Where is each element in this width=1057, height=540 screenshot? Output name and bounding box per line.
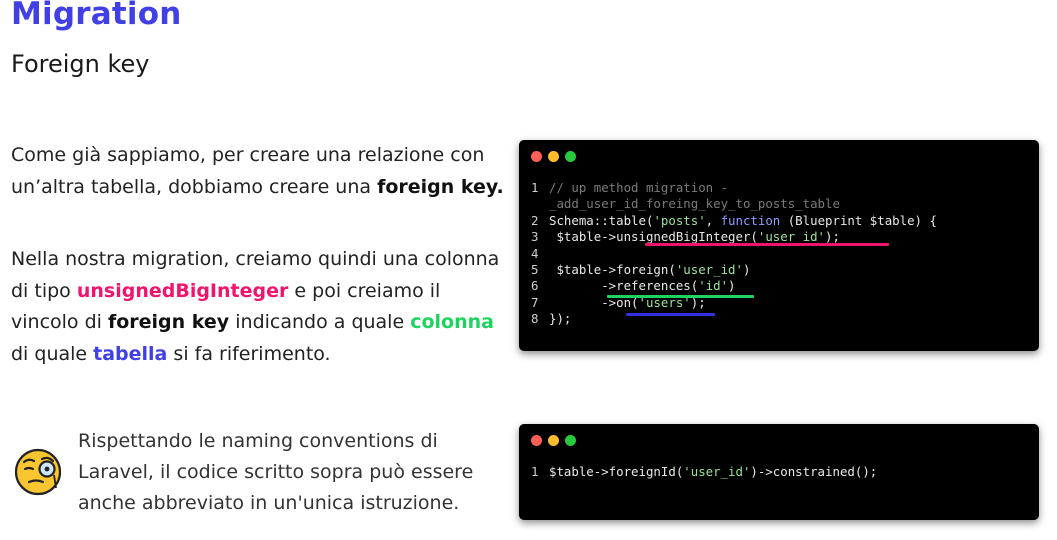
underline-unsignedbiginteger [645,243,889,246]
code-token: _add_user_id_foreing_key_to_posts_table [549,196,840,212]
code-line: _add_user_id_foreing_key_to_posts_table [531,196,937,212]
line-number: 6 [531,278,539,294]
keyword-foreign-key: foreign key [107,311,230,333]
code-token: ) [742,262,751,278]
code-token: 'posts' [653,212,706,228]
code-token: $table->foreign( [549,262,676,278]
window-controls [531,435,576,446]
page-subtitle: Foreign key [11,50,150,78]
line-number: 3 [531,229,539,245]
keyword-colonna: colonna [410,311,494,333]
code-token: ) [728,278,736,294]
code-window-migration: 1 // up method migration - _add_user_id_fo… [519,140,1039,351]
maximize-dot-icon [565,435,576,446]
code-token: }); [549,311,572,327]
code-token: )->constrained(); [750,464,878,479]
line-number: 7 [531,294,539,310]
minimize-dot-icon [548,151,559,162]
tip-text: Rispettando le naming conventions di Lar… [78,430,474,514]
intro-strong: foreign key. [377,175,504,198]
explanation-text-4: di quale [11,342,94,365]
explanation-text-5: si fa riferimento. [167,342,331,365]
keyword-unsignedbiginteger: unsignedBigInteger [76,279,289,302]
close-dot-icon [531,151,542,162]
maximize-dot-icon [565,151,576,162]
explanation-text-3: indicando a quale [229,311,411,333]
line-number: 2 [531,212,539,228]
code-token: (Blueprint $table) { [780,212,937,228]
line-number: 1 [531,464,539,479]
code-block-shorthand: 1 $table->foreignId('user_id')->constrain… [531,464,877,480]
code-line: 5 $table->foreign('user_id') [531,262,937,278]
code-token: , [705,212,721,228]
code-token: ); [825,229,840,245]
code-window-shorthand: 1 $table->foreignId('user_id')->constrain… [519,424,1039,520]
code-line: 1 $table->foreignId('user_id')->constrain… [531,464,877,480]
underline-on-users [626,313,715,316]
code-line: 2 Schema::table('posts', function (Bluepr… [531,213,937,229]
code-token: function [720,212,781,228]
code-token: $table->foreignId( [549,464,684,479]
code-token: $table->unsignedBigInteger( [549,229,758,245]
code-token: Schema::table( [549,212,654,228]
code-line: 6 ->references('id') [531,278,937,294]
code-line: 4 [531,246,937,262]
minimize-dot-icon [548,435,559,446]
code-block-migration: 1 // up method migration - _add_user_id_fo… [531,180,937,328]
keyword-tabella: tabella [93,342,168,365]
code-token: 'user_id' [675,262,743,278]
code-token: 'id' [698,278,729,294]
explanation-paragraph: Nella nostra migration, creiamo quindi u… [11,244,511,370]
close-dot-icon [531,435,542,446]
code-token: // up method migration - [549,180,729,195]
page-title: Migration [11,0,182,32]
window-controls [531,151,576,162]
code-token: 'user_id' [683,464,751,479]
underline-references [607,295,754,298]
intro-paragraph: Come già sappiamo, per creare una relazi… [11,140,511,203]
monocle-face-icon [14,448,62,496]
line-number: 1 [531,180,539,195]
line-number: 8 [531,311,539,327]
line-number: 4 [531,245,539,261]
line-number: 5 [531,262,539,278]
code-token: ->references( [549,278,699,294]
code-line: 1 // up method migration - [531,180,937,196]
code-line: 8}); [531,311,937,327]
code-token: 'user_id' [757,229,826,245]
